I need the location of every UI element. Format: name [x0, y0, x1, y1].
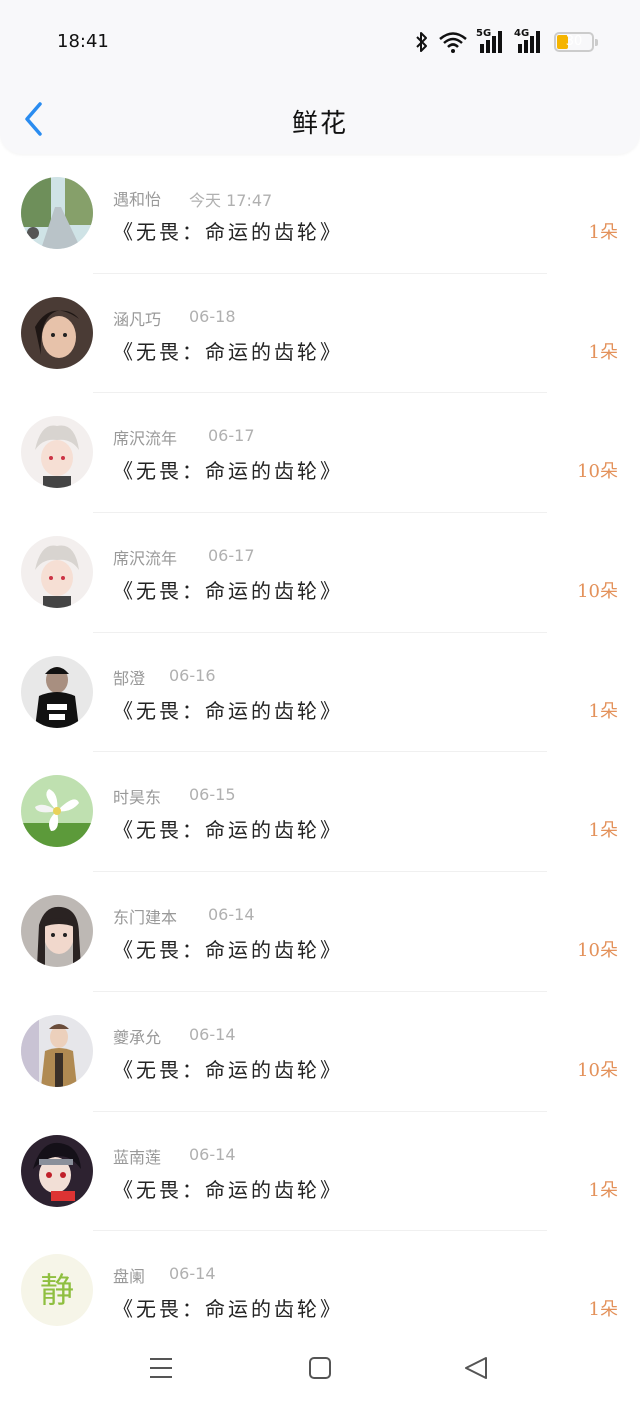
gift-row[interactable]: 遇和怡 今天 17:47 《无畏：命运的齿轮》 1朵 [0, 154, 640, 274]
flower-quantity: 1朵 [588, 700, 618, 722]
avatar[interactable] [21, 1134, 93, 1207]
avatar[interactable] [21, 775, 93, 848]
gift-date: 今天 17:47 [189, 191, 273, 210]
book-title[interactable]: 《无畏：命运的齿轮》 [113, 575, 343, 604]
flower-quantity: 1朵 [588, 1179, 618, 1201]
user-name[interactable]: 时昊东 [113, 784, 161, 808]
avatar-logo-text: 静 [40, 1271, 74, 1311]
gift-date: 06-14 [208, 905, 255, 925]
avatar-art [21, 416, 93, 489]
gift-row[interactable]: 郜澄 06-16 《无畏：命运的齿轮》 1朵 [0, 633, 640, 753]
flower-quantity: 1朵 [588, 1299, 618, 1321]
book-title[interactable]: 《无畏：命运的齿轮》 [113, 1293, 343, 1322]
avatar[interactable] [21, 536, 93, 609]
menu-icon [150, 1358, 172, 1378]
gift-row[interactable]: 涵凡巧 06-18 《无畏：命运的齿轮》 1朵 [0, 274, 640, 394]
page-title: 鲜花 [291, 109, 348, 139]
user-name[interactable]: 盘阑 [113, 1263, 145, 1287]
user-name[interactable]: 席沢流年 [113, 545, 177, 569]
gift-date: 06-14 [189, 1144, 236, 1164]
avatar[interactable] [21, 655, 93, 728]
book-title[interactable]: 《无畏：命运的齿轮》 [113, 336, 343, 365]
gift-date: 06-17 [208, 546, 255, 566]
system-nav-bar [0, 1340, 640, 1406]
user-name[interactable]: 东门建本 [113, 904, 177, 928]
gift-date: 06-18 [189, 306, 236, 326]
avatar-art [21, 177, 93, 249]
user-name[interactable]: 遇和怡 [113, 186, 161, 210]
bluetooth-icon [416, 32, 427, 52]
user-name[interactable]: 蓝南莲 [113, 1144, 161, 1168]
user-name[interactable]: 郜澄 [113, 665, 145, 689]
gift-date: 06-14 [169, 1264, 216, 1284]
gift-date: 06-15 [189, 785, 236, 805]
battery-icon: 30 [554, 32, 598, 52]
avatar-art [21, 536, 93, 609]
avatar-art [21, 1014, 93, 1087]
status-icons: 5G 4G 30 [414, 28, 598, 54]
user-name[interactable]: 涵凡巧 [113, 306, 161, 330]
flower-quantity: 10朵 [577, 940, 618, 962]
book-title[interactable]: 《无畏：命运的齿轮》 [113, 1054, 343, 1083]
battery-level: 30 [565, 34, 583, 49]
signal-bars-icon [518, 31, 540, 53]
battery-nub [595, 39, 598, 46]
status-time: 18:41 [57, 31, 109, 52]
gift-row[interactable]: 静 盘阑 06-14 《无畏：命运的齿轮》 1朵 [0, 1231, 640, 1351]
menu-button[interactable] [141, 1354, 181, 1384]
flower-quantity: 1朵 [588, 341, 618, 363]
header: 18:41 5G 4G 30 鲜花 [0, 0, 640, 154]
signal-bars-icon [480, 31, 502, 53]
signal-4g: 4G [514, 28, 544, 54]
avatar-art: 静 [21, 1254, 93, 1327]
avatar-art [21, 1134, 93, 1207]
user-name[interactable]: 席沢流年 [113, 425, 177, 449]
avatar[interactable]: 静 [21, 1254, 93, 1327]
user-name[interactable]: 夔承允 [113, 1024, 161, 1048]
flower-quantity: 10朵 [577, 461, 618, 483]
gift-date: 06-14 [189, 1024, 236, 1044]
gift-row[interactable]: 东门建本 06-14 《无畏：命运的齿轮》 10朵 [0, 872, 640, 992]
avatar[interactable] [21, 1014, 93, 1087]
home-square-icon [309, 1357, 331, 1379]
book-title[interactable]: 《无畏：命运的齿轮》 [113, 814, 343, 843]
gift-row[interactable]: 席沢流年 06-17 《无畏：命运的齿轮》 10朵 [0, 513, 640, 633]
signal-5g: 5G [476, 28, 506, 54]
avatar-art [21, 655, 93, 728]
avatar[interactable] [21, 416, 93, 489]
gift-row[interactable]: 蓝南莲 06-14 《无畏：命运的齿轮》 1朵 [0, 1112, 640, 1232]
avatar-art [21, 296, 93, 369]
gift-row[interactable]: 席沢流年 06-17 《无畏：命运的齿轮》 10朵 [0, 393, 640, 514]
book-title[interactable]: 《无畏：命运的齿轮》 [113, 216, 343, 245]
avatar-art [21, 775, 93, 848]
gift-date: 06-17 [208, 426, 255, 446]
book-title[interactable]: 《无畏：命运的齿轮》 [113, 695, 343, 724]
book-title[interactable]: 《无畏：命运的齿轮》 [113, 455, 343, 484]
flower-quantity: 10朵 [577, 581, 618, 603]
gift-row[interactable]: 夔承允 06-14 《无畏：命运的齿轮》 10朵 [0, 992, 640, 1112]
nav-back-button[interactable] [457, 1354, 497, 1384]
book-title[interactable]: 《无畏：命运的齿轮》 [113, 934, 343, 963]
gift-date: 06-16 [169, 665, 216, 685]
avatar[interactable] [21, 296, 93, 369]
book-title[interactable]: 《无畏：命运的齿轮》 [113, 1174, 343, 1203]
flower-quantity: 1朵 [588, 222, 618, 243]
home-button[interactable] [300, 1354, 340, 1384]
gift-row[interactable]: 时昊东 06-15 《无畏：命运的齿轮》 1朵 [0, 752, 640, 873]
flower-quantity: 10朵 [577, 1059, 618, 1081]
avatar[interactable] [21, 177, 93, 249]
avatar[interactable] [21, 895, 93, 968]
avatar-art [21, 895, 93, 968]
back-triangle-icon [465, 1357, 487, 1379]
wifi-icon [439, 32, 467, 53]
flower-quantity: 1朵 [588, 820, 618, 842]
gift-list[interactable]: 遇和怡 今天 17:47 《无畏：命运的齿轮》 1朵 涵凡巧 06-18 《无畏：命运的齿轮… [0, 154, 640, 1351]
